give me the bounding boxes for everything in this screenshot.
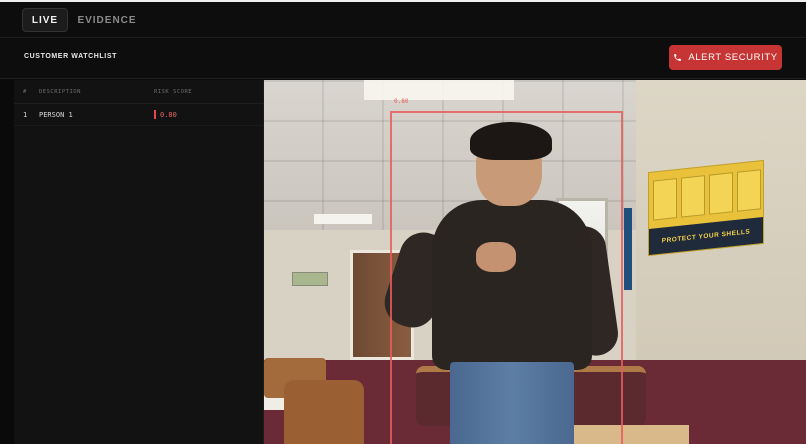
poster-panel bbox=[737, 169, 761, 212]
wall-picture bbox=[292, 272, 328, 286]
wall-poster: PROTECT YOUR SHELLS bbox=[648, 159, 764, 257]
wall-banner bbox=[624, 208, 632, 290]
row-description: PERSON 1 bbox=[39, 111, 73, 119]
poster-panel bbox=[709, 172, 733, 215]
watchlist-panel: # DESCRIPTION RISK SCORE 1 PERSON 1 0.80 bbox=[14, 80, 264, 444]
watchlist-title: CUSTOMER WATCHLIST bbox=[24, 53, 117, 60]
row-risk-score: 0.80 bbox=[160, 111, 177, 119]
column-risk-score: RISK SCORE bbox=[154, 89, 193, 95]
ceiling-light bbox=[364, 80, 514, 100]
watchlist-header: # DESCRIPTION RISK SCORE bbox=[14, 80, 264, 104]
poster-icons bbox=[653, 169, 761, 221]
poster-panel bbox=[653, 178, 677, 221]
alert-security-button[interactable]: ALERT SECURITY bbox=[669, 45, 782, 70]
column-description: DESCRIPTION bbox=[39, 89, 81, 95]
watchlist-row[interactable]: 1 PERSON 1 0.80 bbox=[14, 104, 264, 126]
poster-panel bbox=[681, 175, 705, 218]
header-row: CUSTOMER WATCHLIST ALERT SECURITY bbox=[0, 39, 806, 79]
risk-indicator bbox=[154, 110, 156, 119]
chair bbox=[284, 380, 364, 444]
tab-live[interactable]: LIVE bbox=[22, 8, 68, 32]
detection-bounding-box[interactable] bbox=[390, 111, 623, 444]
phone-icon bbox=[674, 54, 682, 61]
tab-evidence[interactable]: EVIDENCE bbox=[76, 8, 138, 32]
column-index: # bbox=[23, 89, 27, 95]
ceiling-light bbox=[314, 214, 372, 224]
detection-label: 0.80 bbox=[394, 98, 409, 105]
row-index: 1 bbox=[23, 111, 28, 119]
live-camera-feed[interactable]: PROTECT YOUR SHELLS 0.80 bbox=[264, 80, 806, 444]
tab-bar: LIVE EVIDENCE bbox=[0, 2, 806, 38]
app-window: LIVE EVIDENCE CUSTOMER WATCHLIST ALERT S… bbox=[0, 0, 806, 444]
alert-security-label: ALERT SECURITY bbox=[688, 52, 778, 63]
